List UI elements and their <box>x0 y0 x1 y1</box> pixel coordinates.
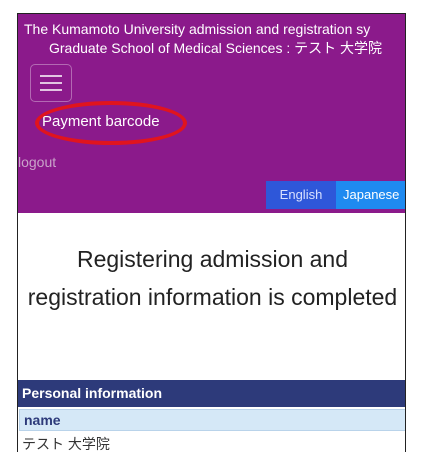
name-field-value: テスト 大学院 <box>22 436 110 452</box>
mobile-screen: The Kumamoto University admission and re… <box>17 13 406 452</box>
app-header: The Kumamoto University admission and re… <box>18 14 405 213</box>
hamburger-bar <box>40 82 62 84</box>
hamburger-bar <box>40 75 62 77</box>
nav-logout-link[interactable]: logout <box>18 153 56 171</box>
screenshot-frame: The Kumamoto University admission and re… <box>0 0 422 452</box>
app-title-line1: The Kumamoto University admission and re… <box>24 21 371 37</box>
hamburger-menu-icon[interactable] <box>30 64 72 102</box>
hamburger-bar <box>40 89 62 91</box>
language-switcher: English Japanese <box>266 181 405 209</box>
completion-heading: Registering admission and registration i… <box>27 246 398 310</box>
personal-information-section-header: Personal information <box>18 380 405 407</box>
language-english-button[interactable]: English <box>266 181 336 209</box>
app-title-line2: Graduate School of Medical Sciences : テス… <box>48 40 383 56</box>
name-field-label: name <box>19 409 405 431</box>
app-title: The Kumamoto University admission and re… <box>24 20 405 58</box>
language-japanese-button[interactable]: Japanese <box>336 181 405 209</box>
annotation-highlight-ring <box>35 101 187 145</box>
